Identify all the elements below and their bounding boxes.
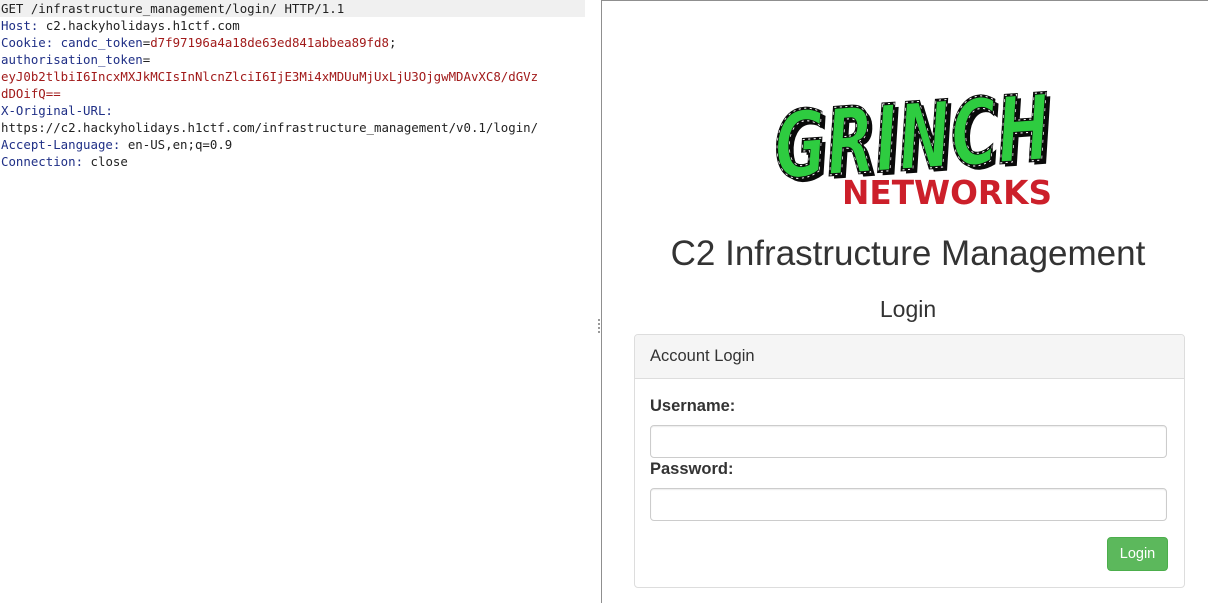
panel-heading: Account Login [635, 335, 1184, 379]
cookie-header: Cookie: candc_token=d7f97196a4a18de63ed8… [0, 34, 596, 51]
svg-text:NETWORKS: NETWORKS [842, 173, 1052, 211]
password-input[interactable] [650, 488, 1167, 521]
rendered-response-view: GRINCH GRINCH GRINCH NETWORKS C2 Infrast… [602, 0, 1208, 603]
x-original-url-header: X-Original-URL: [0, 102, 596, 119]
auth-value-line-2: dDOifQ== [0, 85, 596, 102]
login-heading: Login [879, 296, 937, 322]
host-header-name: Host: [1, 18, 39, 33]
x-original-url-name: X-Original-URL: [1, 103, 113, 118]
username-label: Username: [650, 397, 736, 415]
connection-header: Connection: close [0, 153, 596, 170]
password-label: Password: [650, 460, 734, 478]
auth-header-name: authorisation_token [1, 52, 143, 67]
grinch-networks-logo: GRINCH GRINCH GRINCH NETWORKS [770, 73, 1056, 211]
raw-request-editor[interactable]: GET /infrastructure_management/login/ HT… [0, 0, 596, 603]
x-original-url-value-line: https://c2.hackyholidays.h1ctf.com/infra… [0, 119, 596, 136]
cookie-key: candc_token [53, 35, 143, 50]
auth-equals: = [142, 52, 151, 67]
auth-header: authorisation_token= [0, 51, 596, 68]
auth-value-line-1: eyJ0b2tlbiI6IncxMXJkMCIsInNlcnZlciI6IjE3… [0, 68, 596, 85]
cookie-terminator: ; [388, 35, 397, 50]
accept-language-value: en-US,en;q=0.9 [120, 137, 233, 152]
login-panel: Account Login Username: Password: Login [634, 334, 1185, 588]
cookie-header-name: Cookie: [1, 35, 54, 50]
host-header-value: c2.hackyholidays.h1ctf.com [38, 18, 240, 33]
auth-token-part-1: eyJ0b2tlbiI6IncxMXJkMCIsInNlcnZlciI6IjE3… [1, 69, 539, 84]
accept-language-header: Accept-Language: en-US,en;q=0.9 [0, 136, 596, 153]
page-title: C2 Infrastructure Management [670, 234, 1146, 273]
accept-language-name: Accept-Language: [1, 137, 121, 152]
request-line: GET /infrastructure_management/login/ HT… [0, 0, 585, 17]
cookie-value: d7f97196a4a18de63ed841abbea89fd8 [150, 35, 389, 50]
login-button[interactable]: Login [1107, 537, 1168, 571]
host-header: Host: c2.hackyholidays.h1ctf.com [0, 17, 596, 34]
username-input[interactable] [650, 425, 1167, 458]
x-original-url-value: https://c2.hackyholidays.h1ctf.com/infra… [1, 120, 539, 135]
auth-token-part-2: dDOifQ== [1, 86, 61, 101]
connection-name: Connection: [1, 154, 84, 169]
connection-value: close [83, 154, 128, 169]
